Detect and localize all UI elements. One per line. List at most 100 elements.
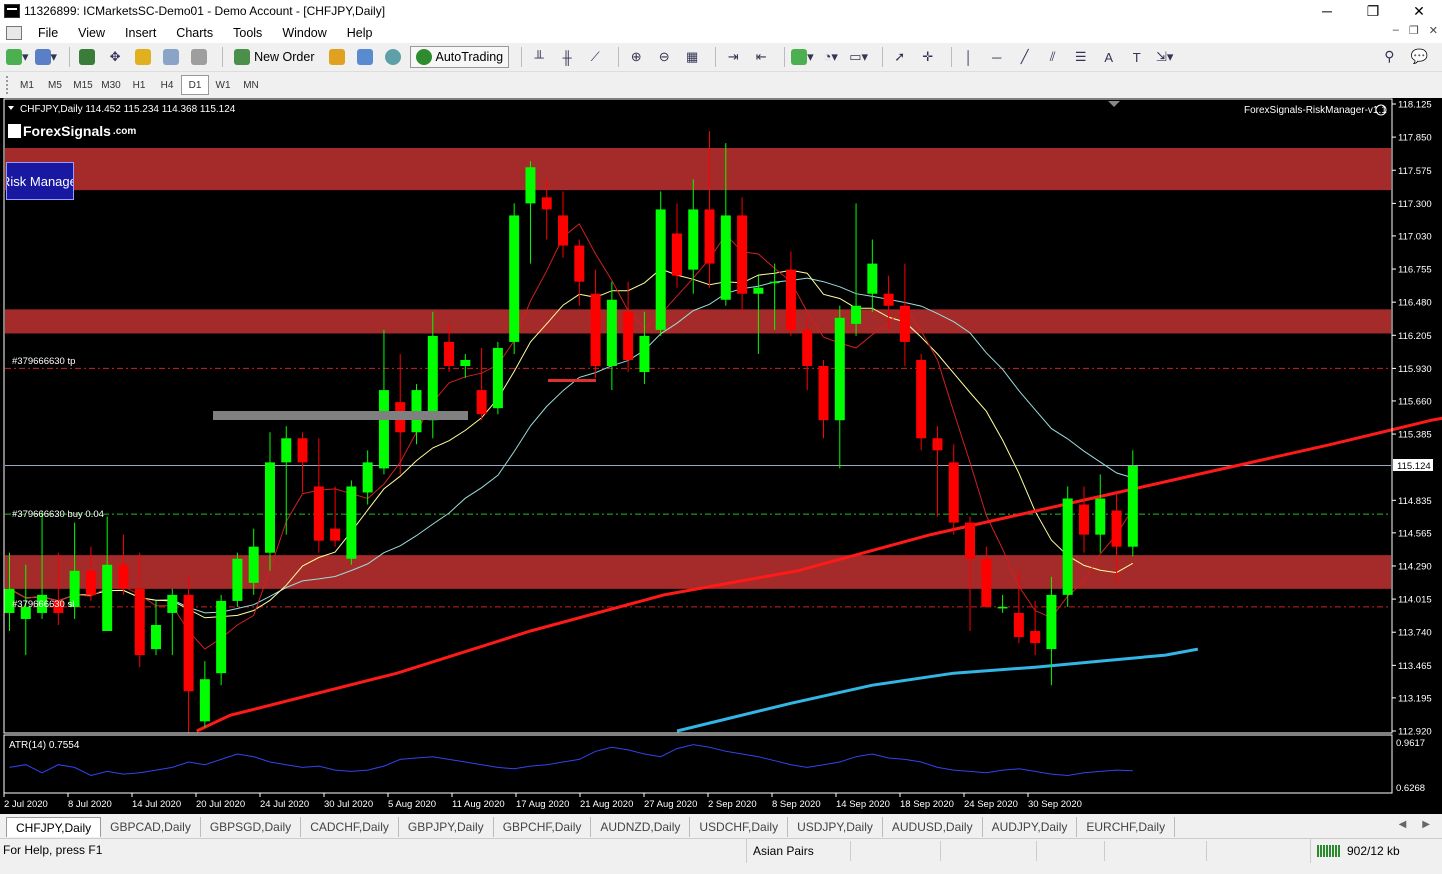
candle-body [558,215,569,246]
tab-gbpsgd[interactable]: GBPSGD,Daily [201,817,302,837]
candle-body [1095,498,1106,535]
terminal-icon[interactable] [160,46,182,68]
candle-body [883,293,894,306]
chart-minimize-button[interactable]: – [1393,24,1399,37]
tab-audjpy[interactable]: AUDJPY,Daily [983,817,1078,837]
navigator-icon[interactable] [132,46,154,68]
status-profile[interactable]: Asian Pairs [746,839,814,863]
vps-icon[interactable] [382,46,404,68]
timeframe-w1[interactable]: W1 [209,75,237,95]
minimize-button[interactable]: ─ [1304,0,1350,22]
chart-close-button[interactable]: ✕ [1429,24,1438,37]
connection-status[interactable]: 902/12 kb [1310,839,1400,863]
menu-help[interactable]: Help [337,26,383,40]
tab-audnzd[interactable]: AUDNZD,Daily [591,817,691,837]
fibonacci-icon[interactable]: ☰ [1070,46,1092,68]
candle [232,552,243,607]
text-label-icon[interactable]: T [1126,46,1148,68]
tile-windows-icon[interactable]: ▦ [681,46,703,68]
traffic-label: 902/12 kb [1347,844,1400,858]
timeframe-h1[interactable]: H1 [125,75,153,95]
data-window-icon[interactable]: ✥ [104,46,126,68]
menu-insert[interactable]: Insert [115,26,166,40]
tab-chfjpy[interactable]: CHFJPY,Daily [6,817,102,837]
candle [818,359,829,439]
market-watch-icon[interactable] [76,46,98,68]
arrows-icon[interactable]: ⇲▾ [1154,46,1176,68]
bar-chart-icon[interactable]: ╨ [528,46,550,68]
chart-window[interactable]: CHFJPY,Daily 114.452 115.234 114.368 115… [0,98,1442,814]
strategy-tester-icon[interactable] [188,46,210,68]
risk-manager-button[interactable]: Risk Manager [6,162,74,200]
tab-audusd[interactable]: AUDUSD,Daily [883,817,983,837]
tab-usdchf[interactable]: USDCHF,Daily [690,817,789,837]
zoom-in-icon[interactable]: ⊕ [625,46,647,68]
close-button[interactable]: ✕ [1396,0,1442,22]
date-tick-label: 24 Sep 2020 [964,799,1018,810]
text-icon[interactable]: A [1098,46,1120,68]
price-chart[interactable]: CHFJPY,Daily 114.452 115.234 114.368 115… [0,98,1442,814]
candle-body [753,287,764,294]
maximize-button[interactable]: ❐ [1350,0,1396,22]
menu-view[interactable]: View [68,26,115,40]
toolbar-grip[interactable] [6,76,9,94]
price-tick-label: 117.850 [1398,133,1432,144]
chat-icon[interactable]: 💬 [1411,48,1428,65]
document-icon[interactable] [6,25,22,40]
timeframe-m15[interactable]: M15 [69,75,97,95]
candle-body [802,329,813,367]
templates-icon[interactable]: ▭▾ [848,46,870,68]
tab-scroll-right-icon[interactable]: ▶ [1422,819,1430,830]
trendline-icon[interactable]: ╱ [1014,46,1036,68]
timeframe-d1[interactable]: D1 [181,75,209,95]
tab-usdjpy[interactable]: USDJPY,Daily [788,817,883,837]
candle-body [102,564,113,632]
periods-icon[interactable]: ◔▾ [820,46,842,68]
timeframe-m1[interactable]: M1 [13,75,41,95]
menu-window[interactable]: Window [272,26,336,40]
new-chart-icon[interactable]: ▾ [6,46,29,68]
menu-charts[interactable]: Charts [166,26,223,40]
tab-gbpcad[interactable]: GBPCAD,Daily [101,817,201,837]
chart-shift-icon[interactable]: ⇤ [750,46,772,68]
search-icon[interactable]: ⚲ [1384,48,1394,65]
candlestick-chart-icon[interactable]: ╫ [556,46,578,68]
tab-gbpchf[interactable]: GBPCHF,Daily [494,817,592,837]
tab-eurchf[interactable]: EURCHF,Daily [1077,817,1176,837]
indicators-icon[interactable]: ▾ [791,46,814,68]
candle-body [720,215,731,300]
menu-tools[interactable]: Tools [223,26,272,40]
vertical-line-icon[interactable]: │ [958,46,980,68]
autotrading-button[interactable]: AutoTrading [409,46,510,68]
timeframe-h4[interactable]: H4 [153,75,181,95]
horizontal-line-icon[interactable]: ─ [986,46,1008,68]
tab-scroll-left-icon[interactable]: ◀ [1399,819,1407,830]
menu-file[interactable]: File [28,26,68,40]
candle-body [460,359,471,367]
zoom-out-icon[interactable]: ⊖ [653,46,675,68]
signals-icon[interactable] [354,46,376,68]
new-order-button[interactable]: New Order [229,46,319,68]
candle-body [248,546,259,583]
tab-cadchf[interactable]: CADCHF,Daily [301,817,399,837]
candle [688,179,699,294]
autotrading-label: AutoTrading [435,50,504,64]
profiles-icon[interactable]: ▾ [34,46,57,68]
forexsignals-logo: ForexSignals .com [8,123,136,139]
chart-restore-button[interactable]: ❐ [1409,24,1419,37]
candle [834,305,845,469]
equidistant-channel-icon[interactable]: ⫽ [1042,46,1064,68]
timeframe-m30[interactable]: M30 [97,75,125,95]
candle-body [525,167,536,204]
metaeditor-icon[interactable] [326,46,348,68]
candle-body [216,600,227,674]
tab-gbpjpy[interactable]: GBPJPY,Daily [399,817,494,837]
line-chart-icon[interactable]: ⟋ [584,46,606,68]
cursor-icon[interactable]: ➚ [889,46,911,68]
auto-scroll-icon[interactable]: ⇥ [722,46,744,68]
timeframe-mn[interactable]: MN [237,75,265,95]
timeframe-toolbar: M1 M5 M15 M30 H1 H4 D1 W1 MN [0,72,1442,98]
timeframe-m5[interactable]: M5 [41,75,69,95]
crosshair-icon[interactable]: ✛ [917,46,939,68]
candle-body [85,570,96,595]
